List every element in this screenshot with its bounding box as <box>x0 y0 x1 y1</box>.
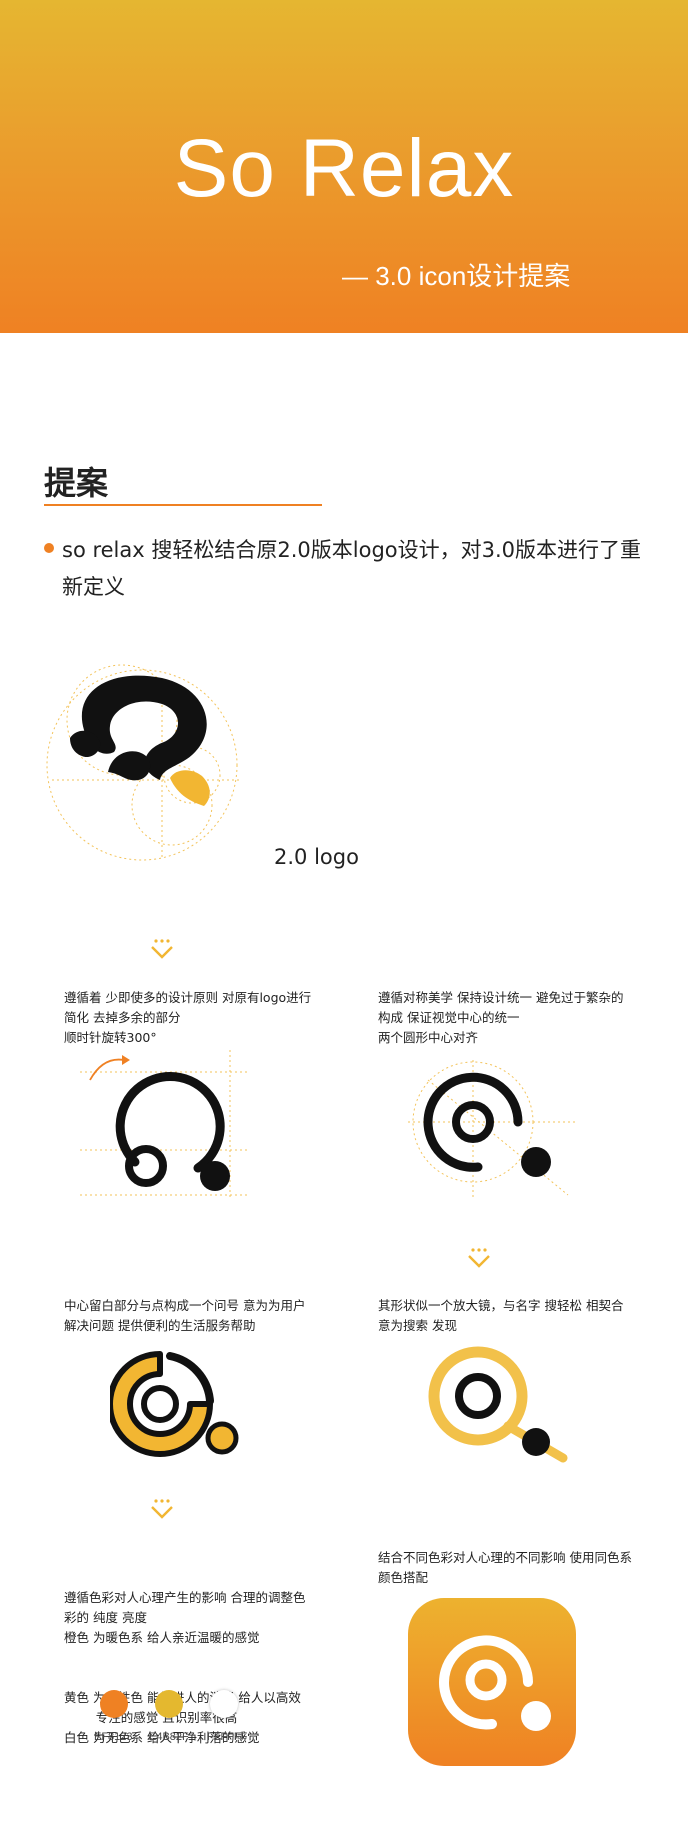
hero-subtitle: — 3.0 icon设计提案 <box>342 261 571 291</box>
bullet-dot <box>44 543 54 553</box>
swatch-orange-label: EF8123 <box>94 1731 133 1743</box>
step-1-graphic <box>80 1050 250 1200</box>
logo-caption: 2.0 logo <box>274 845 359 869</box>
swatch-white <box>210 1690 238 1718</box>
swatch-yellow <box>155 1690 183 1718</box>
step-4-text: 其形状似一个放大镜，与名字 搜轻松 相契合 意为搜索 发现 <box>378 1298 624 1333</box>
swatch-white-label: FFFFFF <box>207 1731 248 1743</box>
step-3-text: 中心留白部分与点构成一个问号 意为为用户 解决问题 提供便利的生活服务帮助 <box>64 1298 306 1333</box>
section-divider <box>44 504 322 506</box>
step-2-graphic <box>408 1060 578 1200</box>
chevron-down-icon <box>468 1248 490 1268</box>
step-3-graphic <box>110 1351 239 1457</box>
app-icon <box>408 1598 576 1766</box>
swatch-orange <box>100 1690 128 1718</box>
step-4-graphic <box>428 1346 568 1463</box>
logo-2-0 <box>46 664 242 861</box>
step-1-text: 遵循着 少即使多的设计原则 对原有logo进行 简化 去掉多余的部分 顺时针旋转30… <box>64 990 312 1045</box>
swatch-yellow-label: E4B82F <box>149 1731 189 1743</box>
chevron-down-icon <box>151 939 173 959</box>
section-lead: so relax 搜轻松结合原2.0版本logo设计，对3.0版本进行了重新定义 <box>62 538 642 599</box>
chevron-down-icon <box>151 1499 173 1519</box>
step-2-text: 遵循对称美学 保持设计统一 避免过于繁杂的 构成 保证视觉中心的统一 两个圆形中心对… <box>378 990 624 1045</box>
section-title: 提案 <box>44 464 109 502</box>
hero-title: So Relax <box>173 123 515 214</box>
step-6-text: 结合不同色彩对人心理的不同影响 使用同色系 颜色搭配 <box>378 1550 632 1585</box>
